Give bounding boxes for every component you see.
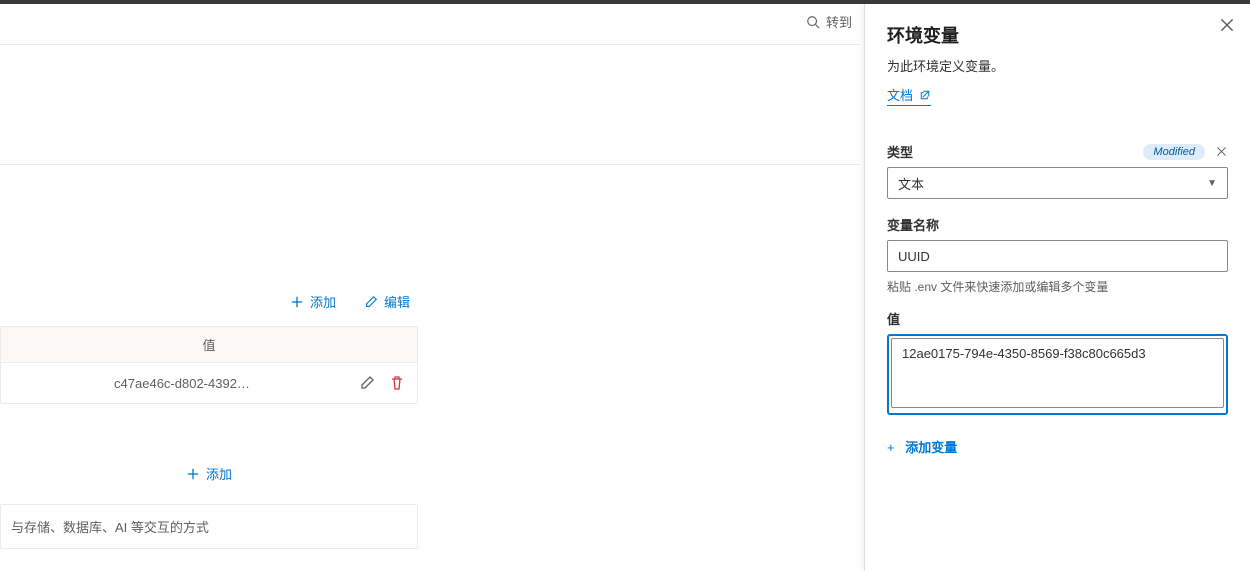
list-toolbar: 添加 编辑 (0, 292, 430, 311)
search-placeholder: 转到 (826, 12, 852, 31)
edit-label: 编辑 (384, 292, 410, 311)
type-label: 类型 (887, 142, 913, 161)
edit-row-icon[interactable] (359, 375, 375, 391)
search-bar[interactable]: 转到 (806, 12, 852, 31)
value-label: 值 (887, 309, 1228, 328)
type-select-value: 文本 (898, 174, 924, 193)
section-add-row: 添加 (0, 464, 418, 483)
edit-button[interactable]: 编辑 (364, 292, 410, 311)
external-link-icon (919, 89, 931, 101)
chevron-down-icon: ▼ (1207, 178, 1217, 189)
env-vars-panel: 环境变量 为此环境定义变量。 文档 类型 Modified 文本 ▼ 变量名称 … (864, 4, 1250, 571)
add-label: 添加 (310, 292, 336, 311)
variable-name-input[interactable] (887, 240, 1228, 272)
panel-subtitle: 为此环境定义变量。 (887, 56, 1228, 75)
variable-value-input[interactable] (891, 338, 1224, 408)
divider (0, 164, 860, 165)
paste-hint: 粘贴 .env 文件来快速添加或编辑多个变量 (887, 278, 1228, 295)
cell-value: c47ae46c-d802-4392… (13, 376, 359, 391)
type-select[interactable]: 文本 ▼ (887, 167, 1228, 199)
table-row: c47ae46c-d802-4392… (1, 363, 417, 403)
plus-icon (186, 467, 200, 481)
main-area: 转到 添加 编辑 值 c47ae46c-d802-4392… (0, 4, 860, 571)
divider (0, 44, 860, 45)
docs-link[interactable]: 文档 (887, 85, 931, 106)
add-section-button[interactable]: 添加 (186, 464, 232, 483)
add-section-label: 添加 (206, 464, 232, 483)
plus-icon (290, 295, 304, 309)
search-icon (806, 15, 820, 29)
description-box: 与存储、数据库、AI 等交互的方式 (0, 504, 418, 549)
modified-badge: Modified (1143, 144, 1205, 160)
add-button[interactable]: 添加 (290, 292, 336, 311)
column-header-value: 值 (1, 327, 417, 363)
close-icon[interactable] (1218, 16, 1236, 34)
dismiss-icon[interactable] (1215, 145, 1228, 158)
delete-row-icon[interactable] (389, 375, 405, 391)
panel-title: 环境变量 (887, 22, 1228, 48)
row-actions (359, 375, 405, 391)
name-label: 变量名称 (887, 215, 1228, 234)
value-focus-ring (887, 334, 1228, 415)
add-variable-label: 添加变量 (905, 440, 957, 455)
type-label-row: 类型 Modified (887, 142, 1228, 161)
add-variable-button[interactable]: 添加变量 (887, 437, 1228, 456)
docs-label: 文档 (887, 85, 913, 104)
pencil-icon (364, 295, 378, 309)
values-table: 值 c47ae46c-d802-4392… (0, 326, 418, 404)
